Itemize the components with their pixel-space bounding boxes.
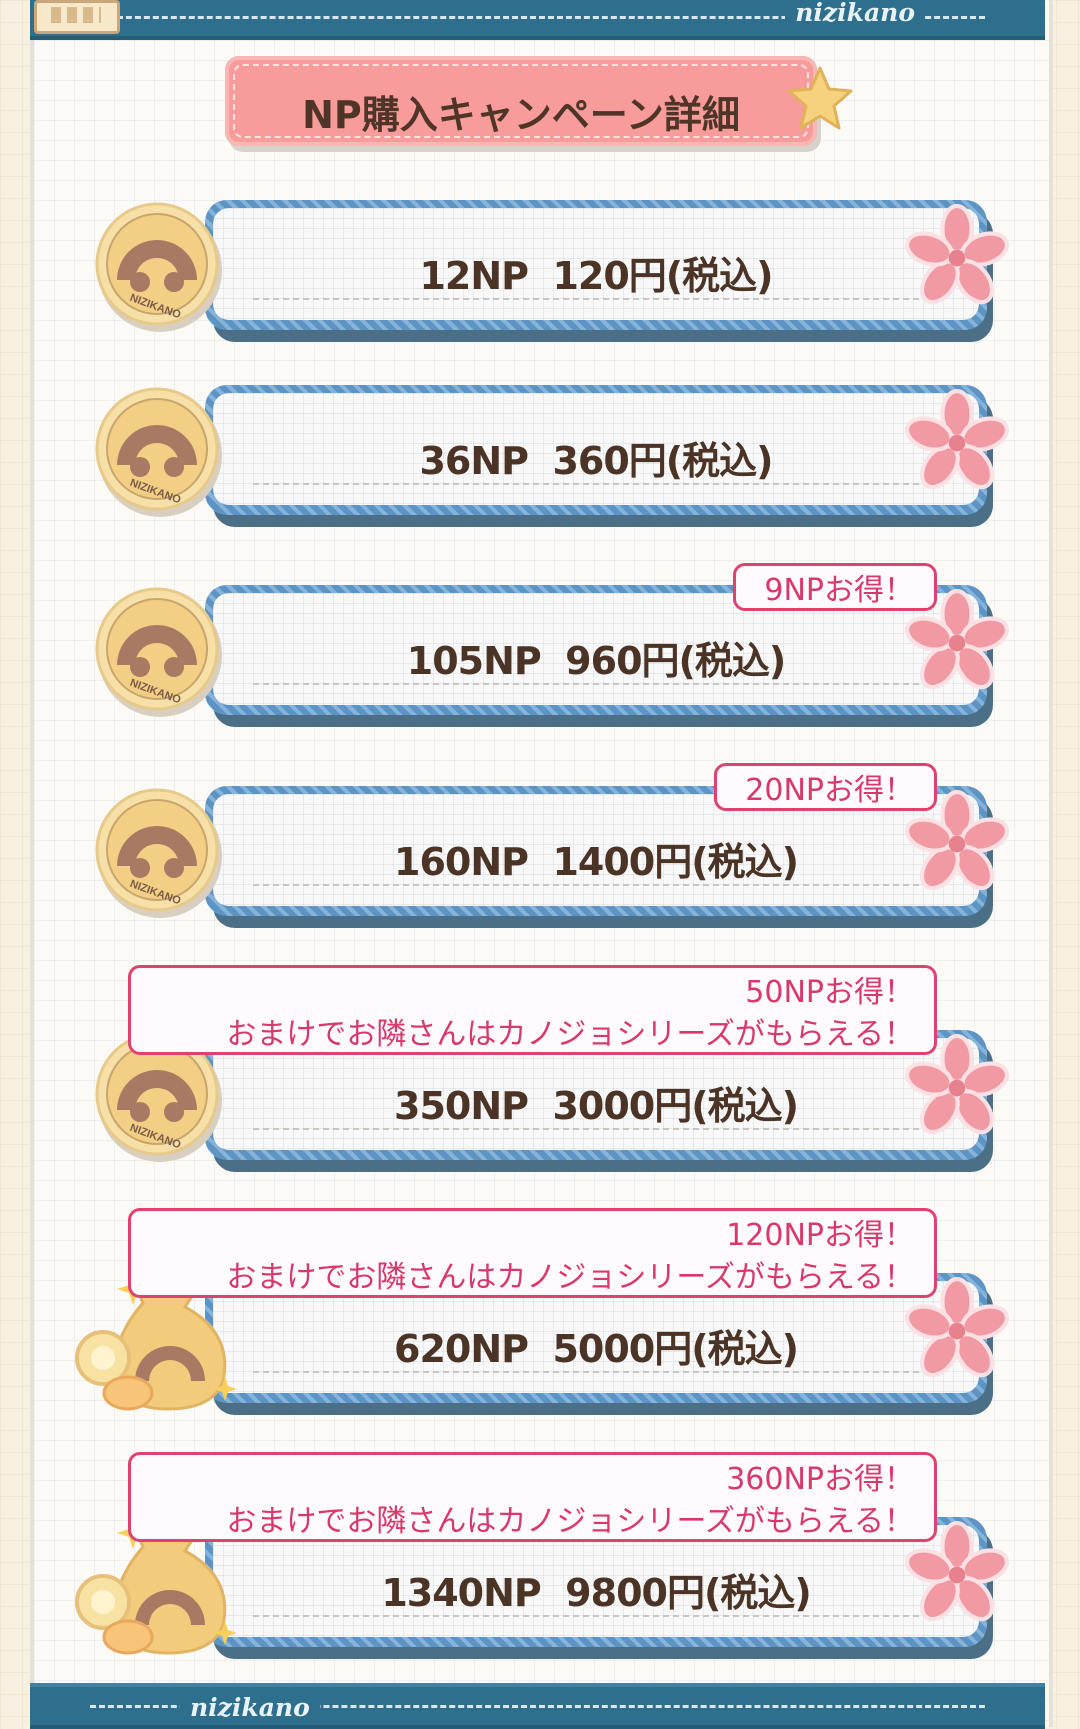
nizikano-coin-icon: NIZIKANO	[95, 788, 222, 918]
bonus-badge: 9NPお得！	[733, 563, 937, 611]
nizikano-coin-icon: NIZIKANO	[95, 387, 222, 517]
star-icon	[787, 66, 853, 130]
title-banner: NP購入キャンペーン詳細	[225, 56, 853, 154]
page-title: NP購入キャンペーン詳細	[302, 93, 740, 137]
flower-icon	[905, 204, 1009, 305]
price-label: 620NP 5000円(税込)	[394, 1327, 799, 1371]
price-label: 105NP 960円(税込)	[406, 639, 787, 683]
bonus-badge: 360NPお得！ おまけでお隣さんはカノジョシリーズがもらえる！	[128, 1452, 937, 1542]
footer-logo: nizikano	[180, 1693, 320, 1722]
nizikano-coin-icon: NIZIKANO	[95, 202, 222, 332]
title-box: NP購入キャンペーン詳細	[225, 56, 817, 146]
ticket-icon	[34, 0, 120, 34]
price-label: 12NP 120円(税込)	[419, 254, 773, 298]
header-logo: nizikano	[785, 0, 925, 27]
nizikano-coin-icon: NIZIKANO	[95, 587, 222, 717]
price-label: 1340NP 9800円(税込)	[381, 1571, 811, 1615]
footer-band: nizikano	[30, 1683, 1045, 1729]
price-label: 350NP 3000円(税込)	[394, 1084, 799, 1128]
price-label: 36NP 360円(税込)	[419, 439, 773, 483]
flower-icon	[905, 389, 1009, 490]
header-band: nizikano	[30, 0, 1045, 40]
bonus-badge: 120NPお得！ おまけでお隣さんはカノジョシリーズがもらえる！	[128, 1208, 937, 1298]
purchase-item-1[interactable]: 12NP 120円(税込) NIZIKANO	[95, 200, 1009, 350]
purchase-item-2[interactable]: 36NP 360円(税込) NIZIKANO	[95, 385, 1009, 535]
price-label: 160NP 1400円(税込)	[394, 840, 799, 884]
bonus-badge: 50NPお得！ おまけでお隣さんはカノジョシリーズがもらえる！	[128, 965, 937, 1055]
bonus-badge: 20NPお得！	[714, 763, 937, 811]
